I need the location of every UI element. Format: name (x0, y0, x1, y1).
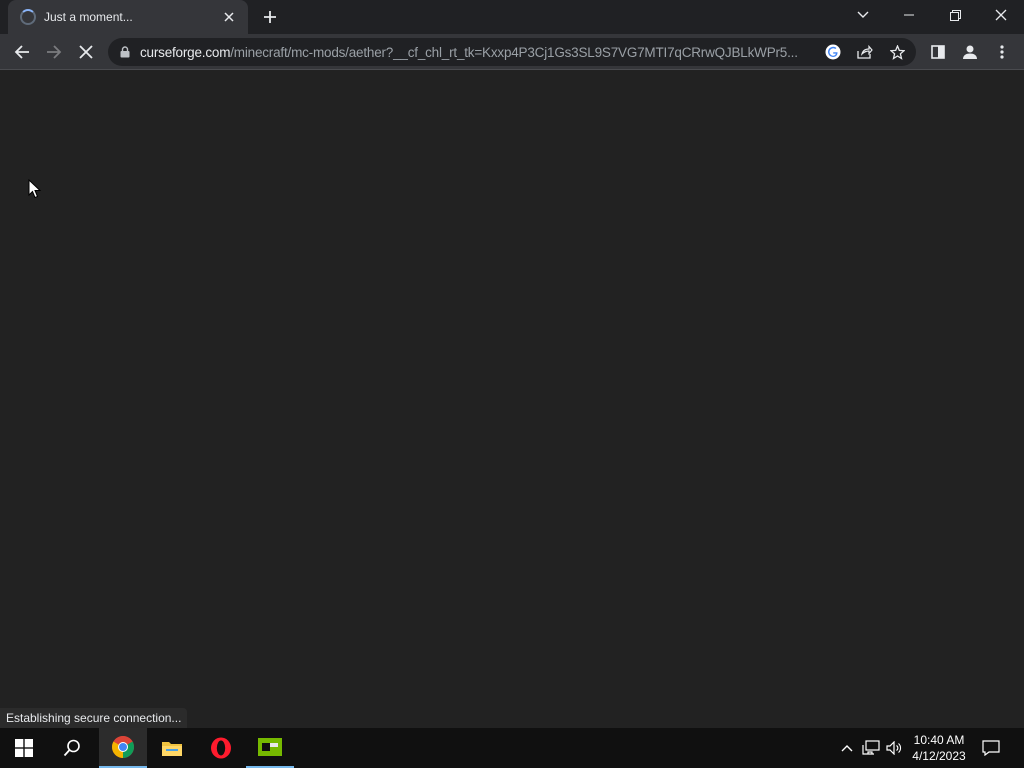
plus-icon (264, 11, 276, 23)
network-icon (862, 740, 880, 755)
taskbar-opera[interactable] (197, 728, 245, 768)
address-bar[interactable]: curseforge.com/minecraft/mc-mods/aether?… (108, 38, 916, 66)
more-vertical-icon (1000, 45, 1004, 59)
file-explorer-icon (162, 742, 182, 756)
close-icon (224, 12, 234, 22)
browser-toolbar: curseforge.com/minecraft/mc-mods/aether?… (0, 34, 1024, 70)
chevron-down-icon (857, 11, 869, 18)
url-host: curseforge.com (140, 44, 231, 60)
google-lens-button[interactable] (822, 42, 844, 62)
volume-button[interactable] (884, 728, 904, 768)
google-icon (825, 44, 841, 60)
arrow-left-icon (14, 45, 29, 59)
close-icon (79, 45, 93, 59)
profile-button[interactable] (956, 38, 984, 66)
start-button[interactable] (0, 728, 48, 768)
windows-logo-icon (15, 739, 33, 757)
restore-icon (949, 9, 961, 21)
page-viewport: Establishing secure connection... (0, 71, 1024, 728)
arrow-right-icon (47, 45, 62, 59)
tab-close-button[interactable] (220, 8, 238, 26)
tab-strip: Just a moment... (0, 0, 1024, 34)
screen: Just a moment... curseforge.com/minecraf… (0, 0, 1024, 768)
stop-loading-button[interactable] (72, 38, 100, 66)
search-icon (63, 739, 80, 757)
taskbar-nvidia[interactable] (246, 728, 294, 768)
status-bubble: Establishing secure connection... (0, 708, 188, 728)
clock-time: 10:40 AM (913, 733, 965, 747)
close-icon (995, 9, 1007, 21)
chevron-up-icon (841, 745, 853, 752)
new-tab-button[interactable] (258, 5, 282, 29)
windows-taskbar: 10:40 AM 4/12/2023 (0, 728, 1024, 768)
opera-icon (211, 737, 231, 759)
system-clock[interactable]: 10:40 AM 4/12/2023 (906, 732, 972, 764)
browser-tab[interactable]: Just a moment... (8, 0, 248, 34)
show-hidden-icons-button[interactable] (838, 728, 856, 768)
clock-date: 4/12/2023 (912, 749, 966, 763)
minimize-button[interactable] (886, 0, 932, 30)
side-panel-button[interactable] (924, 38, 952, 66)
search-button[interactable] (48, 728, 96, 768)
back-button[interactable] (8, 38, 36, 66)
bookmark-button[interactable] (886, 42, 908, 62)
minimize-icon (904, 14, 914, 16)
star-icon (889, 44, 905, 60)
tab-search-button[interactable] (840, 0, 886, 30)
share-button[interactable] (854, 42, 876, 62)
tab-title: Just a moment... (44, 10, 133, 24)
lock-icon[interactable] (120, 46, 130, 58)
loading-spinner-icon (20, 9, 36, 25)
menu-button[interactable] (988, 38, 1016, 66)
notification-icon (982, 740, 1000, 756)
mouse-cursor-icon (28, 179, 42, 199)
taskbar-chrome[interactable] (99, 728, 147, 768)
restore-button[interactable] (932, 0, 978, 30)
url-text[interactable]: curseforge.com/minecraft/mc-mods/aether?… (140, 45, 820, 60)
chrome-icon (112, 736, 134, 758)
avatar-icon (963, 45, 977, 59)
volume-icon (886, 741, 901, 755)
nvidia-icon (258, 738, 282, 756)
network-button[interactable] (860, 728, 882, 768)
forward-button[interactable] (40, 38, 68, 66)
taskbar-file-explorer[interactable] (148, 728, 196, 768)
url-path: /minecraft/mc-mods/aether?__cf_chl_rt_tk… (230, 44, 798, 60)
side-panel-icon (931, 45, 945, 59)
action-center-button[interactable] (976, 728, 1006, 768)
close-window-button[interactable] (978, 0, 1024, 30)
share-icon (857, 45, 873, 59)
